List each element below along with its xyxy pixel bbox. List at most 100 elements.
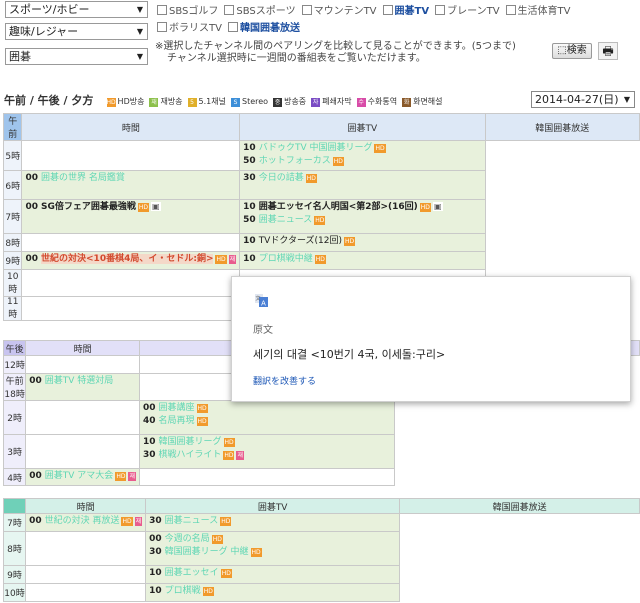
legend-badge-icon: 재 bbox=[149, 98, 159, 107]
program-entry[interactable]: 50 囲碁ニュース HD bbox=[243, 214, 481, 227]
program-title[interactable]: 今週の名局 bbox=[165, 534, 210, 544]
program-entry[interactable]: 00 囲碁講座 HD bbox=[143, 402, 391, 415]
program-title[interactable]: ホットフォーカス bbox=[259, 156, 331, 166]
program-entry[interactable]: 30 囲碁ニュース HD bbox=[149, 515, 396, 528]
program-title[interactable]: 囲碁講座 bbox=[159, 403, 195, 413]
program-entry[interactable]: 10 バドゥクTV 中国囲碁リーグ HD bbox=[243, 142, 481, 155]
hd-badge-icon: HD bbox=[305, 174, 317, 183]
program-entry[interactable]: 50 ホットフォーカス HD bbox=[243, 155, 481, 168]
channel-checkbox[interactable] bbox=[227, 22, 238, 32]
program-title[interactable]: 囲碁TV アマ大会 bbox=[45, 471, 114, 481]
program-entry[interactable]: 10 プロ棋戦中継 HD bbox=[243, 253, 481, 266]
channel-checkbox[interactable] bbox=[157, 5, 167, 15]
program-cell: 00 今週の名局 HD 30 韓国囲碁リーグ 中継 HD bbox=[145, 531, 401, 566]
print-button[interactable]: 🖶 bbox=[598, 42, 618, 60]
program-title[interactable]: SG倍フェア囲碁最強戦 bbox=[41, 202, 136, 212]
program-title[interactable]: 世紀の対決 再放送 bbox=[45, 516, 120, 526]
program-minute: 40 bbox=[142, 416, 156, 426]
period-nav[interactable]: 午前 / 午後 / 夕方 bbox=[4, 94, 93, 107]
program-minute: 30 bbox=[149, 516, 162, 526]
program-entry[interactable]: 30 今日の詰碁 HD bbox=[243, 172, 481, 185]
program-title[interactable]: プロ棋戦中継 bbox=[259, 254, 313, 264]
chevron-down-icon: ▼ bbox=[136, 5, 143, 14]
program-title[interactable]: 名局再現 bbox=[159, 416, 195, 426]
program-entry[interactable]: 00 世紀の対決<10番棋4局、イ・セドル:銅> HD 재 bbox=[25, 253, 237, 266]
channel-checkbox-label: 生活体育TV bbox=[517, 6, 571, 17]
program-title[interactable]: 囲碁エッセイ名人明国<第2部>(16回) bbox=[259, 202, 418, 212]
program-cell: 30 囲碁ニュース HD bbox=[145, 513, 401, 532]
hd-badge-icon: HD bbox=[314, 216, 326, 225]
rerun-badge-icon: 재 bbox=[228, 255, 237, 264]
program-title[interactable]: 棋戦ハイライト bbox=[159, 450, 222, 460]
program-title[interactable]: TVドクターズ(12回) bbox=[259, 236, 342, 246]
program-entry[interactable]: 10 韓国囲碁リーグ HD bbox=[143, 436, 391, 449]
channel-checkbox[interactable] bbox=[157, 22, 167, 32]
program-entry[interactable]: 10 囲碁エッセイ HD bbox=[149, 567, 396, 580]
program-entry[interactable]: 30 棋戦ハイライト HD 재 bbox=[143, 449, 391, 462]
program-cell: 00 囲碁TV アマ大会 HD 재 bbox=[25, 468, 140, 486]
channel-checkbox[interactable] bbox=[224, 5, 235, 15]
hour-label: 12時 bbox=[2, 355, 27, 374]
program-title[interactable]: 韓国囲碁リーグ 中継 bbox=[165, 547, 249, 557]
legend-item-label: 폐쇄자막 bbox=[322, 97, 352, 106]
chevron-down-icon: ▼ bbox=[136, 27, 143, 36]
genre-select[interactable]: スポーツ/ホビー ▼ bbox=[5, 1, 148, 18]
program-minute: 00 bbox=[149, 534, 162, 544]
date-select[interactable]: 2014-04-27(日) ▼ bbox=[531, 91, 635, 108]
program-entry[interactable]: 30 韓国囲碁リーグ 中継 HD bbox=[149, 546, 396, 559]
legend-badge-icon: 화 bbox=[402, 98, 412, 107]
program-minute: 50 bbox=[243, 215, 256, 225]
program-cell: 00 世紀の対決<10番棋4局、イ・セドル:銅> HD 재 bbox=[21, 251, 241, 270]
program-entry[interactable]: 10 TVドクターズ(12回) HD bbox=[243, 235, 481, 248]
category-select[interactable]: 囲碁 ▼ bbox=[5, 48, 148, 65]
program-cell: 00 囲碁TV 特選対局 bbox=[25, 373, 140, 401]
search-button[interactable]: ⬚検索 bbox=[552, 43, 592, 59]
program-minute: 10 bbox=[243, 202, 256, 212]
channel-checkbox-label: マウンテンTV bbox=[313, 6, 377, 17]
program-entry[interactable]: 00 囲碁TV 特選対局 bbox=[29, 375, 136, 388]
hour-label: 8時 bbox=[2, 531, 27, 566]
program-title[interactable]: 囲碁ニュース bbox=[165, 516, 219, 526]
channel-checkbox[interactable] bbox=[435, 5, 446, 15]
program-title[interactable]: バドゥクTV 中国囲碁リーグ bbox=[259, 143, 373, 153]
channel-checkbox[interactable] bbox=[505, 5, 516, 15]
schedule-row: 7時 00 SG倍フェア囲碁最強戦 HD ▣ 10 囲碁エッセイ名人明国<第2部>(16回)… bbox=[2, 199, 640, 234]
program-entry[interactable]: 00 SG倍フェア囲碁最強戦 HD ▣ bbox=[25, 201, 236, 214]
program-minute: 00 bbox=[25, 254, 39, 264]
program-entry[interactable]: 00 囲碁TV アマ大会 HD 재 bbox=[29, 470, 136, 483]
program-cell-empty bbox=[25, 355, 140, 374]
rerun-badge-icon: 재 bbox=[134, 517, 143, 526]
channel-checkbox-label: ブレーンTV bbox=[447, 6, 500, 17]
rerun-badge-icon: 재 bbox=[236, 451, 245, 460]
program-title[interactable]: 今日の詰碁 bbox=[259, 173, 304, 183]
program-title[interactable]: 囲碁エッセイ bbox=[165, 568, 219, 578]
subgenre-select[interactable]: 趣味/レジャー ▼ bbox=[5, 23, 148, 40]
legend-item: 자 폐쇄자막 bbox=[311, 96, 352, 107]
program-title[interactable]: 囲碁TV 特選対局 bbox=[45, 376, 114, 386]
program-entry[interactable]: 10 プロ棋戦 HD bbox=[149, 585, 396, 598]
program-title[interactable]: 韓国囲碁リーグ bbox=[159, 437, 222, 447]
program-title[interactable]: プロ棋戦 bbox=[165, 586, 201, 596]
program-minute: 10 bbox=[243, 236, 256, 246]
band-evening bbox=[2, 498, 27, 514]
program-title[interactable]: 世紀の対決<10番棋4局、イ・セドル:銅> bbox=[41, 254, 214, 264]
program-entry[interactable]: 00 囲碁の世界 名局鑑賞 bbox=[25, 172, 236, 185]
program-title[interactable]: 囲碁ニュース bbox=[259, 215, 313, 225]
schedule-row: 3時 10 韓国囲碁リーグ HD 30 棋戦ハイライト HD 재 bbox=[2, 434, 640, 469]
genre-select-value: スポーツ/ホビー bbox=[9, 3, 90, 16]
hd-badge-icon: HD bbox=[314, 255, 326, 264]
program-entry[interactable]: 00 世紀の対決 再放送 HD 재 bbox=[29, 515, 143, 528]
channel-checkbox[interactable] bbox=[301, 5, 312, 15]
program-cell: 00 囲碁講座 HD 40 名局再現 HD bbox=[138, 400, 396, 435]
program-entry[interactable]: 10 囲碁エッセイ名人明国<第2部>(16回) HD ▣ bbox=[243, 201, 481, 214]
hour-label: 9時 bbox=[2, 565, 27, 584]
band-am: 午前 bbox=[2, 113, 23, 141]
improve-translation-link[interactable]: 翻訳を改善する bbox=[253, 374, 316, 387]
col-header-time: 時間 bbox=[21, 113, 241, 141]
band-am-label: 午前 bbox=[8, 117, 18, 140]
program-entry[interactable]: 40 名局再現 HD bbox=[143, 415, 391, 428]
channel-checkbox[interactable] bbox=[382, 5, 393, 15]
program-entry[interactable]: 00 今週の名局 HD bbox=[149, 533, 396, 546]
program-minute: 10 bbox=[142, 437, 156, 447]
program-title[interactable]: 囲碁の世界 名局鑑賞 bbox=[41, 173, 125, 183]
